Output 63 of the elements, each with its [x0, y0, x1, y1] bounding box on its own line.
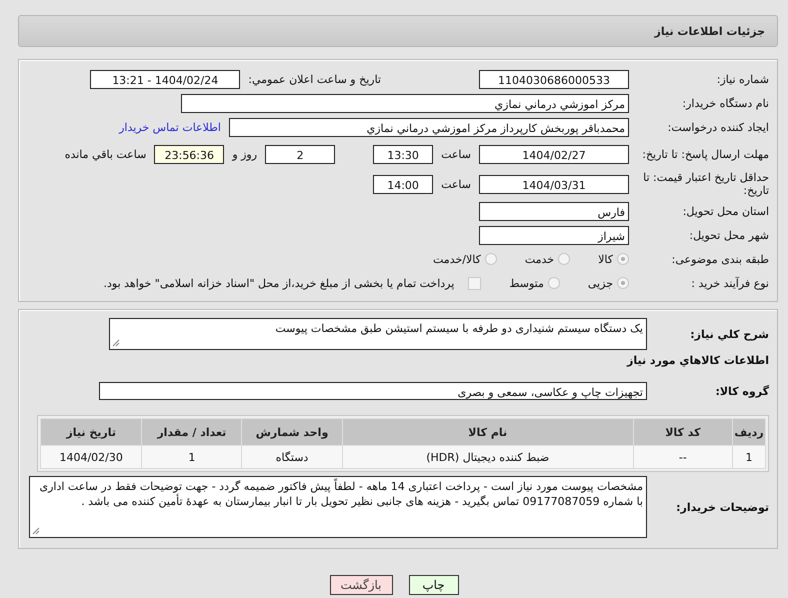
field-label: توضیحات خریدار: [675, 500, 769, 514]
field-label: تاریخ و ساعت اعلان عمومي: [248, 72, 381, 86]
table-cell: دستگاه [242, 446, 342, 468]
section-title: اطلاعات کالاهاي مورد نیاز [626, 354, 769, 367]
field-label: ایجاد کننده درخواست: [666, 120, 769, 134]
field-label: حداقل تاریخ اعتبار قیمت: تا تاریخ: [642, 171, 769, 197]
goods-group-field: تجهیزات چاپ و عکاسی، سمعی و بصری [99, 382, 647, 400]
table-cell: 1 [142, 446, 242, 468]
field-label: نام دستگاه خریدار: [681, 96, 769, 110]
field-label: ساعت باقي مانده [64, 148, 146, 160]
deadline-date-field: 1404/02/27 [479, 144, 629, 164]
option-label: خدمت [524, 252, 554, 266]
column-header: کد کالا [633, 418, 733, 446]
city-field: شیراز [479, 226, 629, 244]
province-field: فارس [479, 202, 629, 220]
field-label: ساعت [441, 148, 471, 160]
option-label: جزیی [588, 276, 613, 290]
table-cell: 1404/02/30 [40, 446, 142, 468]
page-header-bar: جزئیات اطلاعات نیاز [18, 15, 778, 47]
checkbox[interactable] [468, 276, 482, 290]
resize-grip-icon[interactable] [112, 339, 120, 347]
table-cell: 1 [732, 446, 766, 468]
radio-button[interactable] [548, 277, 560, 289]
contact-info-link[interactable]: اطلاعات تماس خریدار [119, 120, 221, 134]
field-label: شهر محل تحویل: [688, 228, 769, 242]
buyer-notes-text: مشخصات پیوست مورد نیاز است - پرداخت اعتباری 14 ماهه - لطفاً پیش فاکتور ضمیمه گردد - جهت توضیحات فقط در ساعت اداری با شماره 09177087059 تماس بگیرید - هزینه های جانبی نظیر تحویل بار تا انبار بیمارستان به عهدهٔ تأمین کننده می باشد . [40, 480, 643, 508]
radio-button[interactable] [617, 253, 629, 265]
back-button[interactable]: بازگشت [330, 575, 392, 595]
need-number-field: 1104030686000533 [479, 70, 629, 88]
column-header: تاریخ نیاز [40, 418, 142, 446]
validity-time-field: 14:00 [373, 174, 434, 194]
resize-grip-icon[interactable] [32, 527, 40, 535]
buyer-name-field: مرکز اموزشي درماني نمازي [181, 94, 629, 112]
announce-date-field: 1404/02/24 - 13:21 [90, 70, 240, 88]
table-cell: -- [633, 446, 733, 468]
deadline-time-field: 13:30 [373, 144, 434, 164]
field-label: طبقه بندی موضوعی: [670, 252, 769, 266]
field-label: روز و [232, 148, 258, 160]
radio-button[interactable] [484, 253, 497, 265]
field-label: شرح کلي نیاز: [689, 328, 769, 340]
option-label: کالا/خدمت [433, 252, 481, 266]
days-field: 2 [265, 144, 336, 164]
validity-date-field: 1404/03/31 [479, 174, 629, 194]
field-label: مهلت ارسال پاسخ: تا تاریخ: [641, 148, 769, 160]
column-header: تعداد / مقدار [142, 418, 242, 446]
option-label: متوسط [509, 276, 544, 290]
option-label: کالا [598, 252, 613, 266]
requester-field: محمدباقر پوربخش کارپرداز مرکز اموزشي درماني نمازي [229, 118, 629, 136]
table-cell: ضبط کننده دیجیتال (HDR) [342, 446, 634, 468]
field-label: ساعت [441, 178, 471, 190]
column-header: نام کالا [342, 418, 634, 446]
field-label: شماره نیاز: [716, 72, 769, 86]
field-label: نوع فرآیند خرید : [690, 276, 769, 290]
column-header: واحد شمارش [242, 418, 342, 446]
column-header: ردیف [732, 418, 766, 446]
radio-button[interactable] [558, 253, 570, 265]
print-button[interactable]: چاپ [408, 575, 458, 595]
payment-note-text: پرداخت تمام یا بخشی از مبلغ خرید،از محل "اسناد خزانه اسلامی" خواهد بود. [104, 276, 454, 290]
field-label: گروه کالا: [714, 384, 769, 398]
radio-button[interactable] [617, 277, 629, 289]
remaining-time-field: 23:56:36 [154, 144, 224, 164]
field-label: استان محل تحویل: [682, 204, 769, 218]
description-text: یک دستگاه سیستم شنیداری دو طرفه با سیستم استیشن طبق مشخصات پیوست [275, 322, 643, 335]
